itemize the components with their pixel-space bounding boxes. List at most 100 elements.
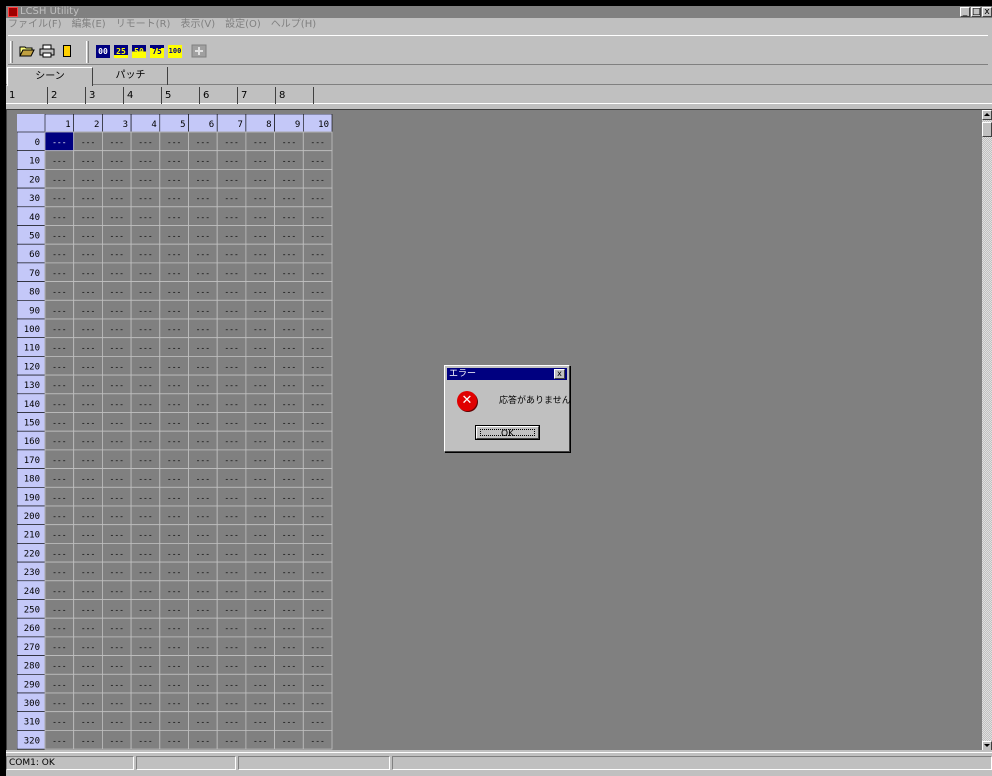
grid-cell-value: --- [310,512,324,521]
grid-cell-value: --- [110,213,124,222]
level-75-label: 75 [150,44,164,58]
exit-button[interactable] [58,42,76,60]
restore-button[interactable]: □ [971,7,981,17]
grid-cell-value: --- [196,606,210,615]
menu-view[interactable]: 表示(V) [180,18,215,31]
grid-cell-value: --- [167,325,181,334]
grid-cell-value: --- [196,662,210,671]
row-header-label: 290 [24,680,40,690]
grid-cell-value: --- [81,475,95,484]
page-tab-4[interactable]: 4 [124,87,162,104]
grid-cell-value: --- [282,549,296,558]
dialog-title-bar[interactable]: エラー x [447,368,567,380]
scroll-up-button[interactable] [982,110,992,120]
print-button[interactable] [38,42,56,60]
menu-edit[interactable]: 編集(E) [72,18,106,31]
toolbar: 00 25 50 75 100 [8,35,988,65]
tab-scene[interactable]: シーン [7,67,93,86]
menu-remote[interactable]: リモート(R) [116,18,171,31]
grid-cell-value: --- [196,531,210,540]
grid-cell-value: --- [81,680,95,689]
close-window-button[interactable]: x [982,7,992,17]
grid-cell-value: --- [224,381,238,390]
level-00-button[interactable]: 00 [94,42,112,60]
transfer-button[interactable] [190,42,208,60]
grid-cell-value: --- [253,250,267,259]
open-folder-button[interactable] [18,42,36,60]
grid-cell-value: --- [167,232,181,241]
page-tab-5[interactable]: 5 [162,87,200,104]
title-bar[interactable]: LCSH Utility _ □ x [6,6,992,18]
row-header-label: 280 [24,662,40,672]
grid-cell-value: --- [253,531,267,540]
tab-patch[interactable]: パッチ [94,67,168,85]
grid-cell-value: --- [310,699,324,708]
grid-cell-value: --- [196,549,210,558]
level-75-button[interactable]: 75 [148,42,166,60]
grid-cell-value: --- [138,662,152,671]
minimize-button[interactable]: _ [960,7,970,17]
grid-cell-value: --- [167,662,181,671]
grid-cell-value: --- [138,381,152,390]
level-25-button[interactable]: 25 [112,42,130,60]
grid-cell-value: --- [52,344,66,353]
grid-cell-value: --- [52,269,66,278]
grid-cell-value: --- [224,624,238,633]
grid-cell-value: --- [52,718,66,727]
column-header-label: 9 [295,120,300,130]
status-pane-3 [238,756,390,770]
scroll-thumb[interactable] [982,122,992,137]
page-tab-3[interactable]: 3 [86,87,124,104]
grid-cell-value: --- [310,194,324,203]
dialog-close-button[interactable]: x [554,369,565,379]
grid-cell-value: --- [224,662,238,671]
grid-cell-value: --- [138,269,152,278]
grid-cell-value: --- [224,194,238,203]
grid-cell-value: --- [110,344,124,353]
row-header-label: 220 [24,549,40,559]
grid-cell-value: --- [310,456,324,465]
row-header-label: 230 [24,568,40,578]
page-tab-6[interactable]: 6 [200,87,238,104]
grid-cell-value: --- [253,624,267,633]
grid-cell-value: --- [310,213,324,222]
grid-cell-value: --- [81,662,95,671]
grid-cell-value: --- [282,194,296,203]
toolbar-grip [10,41,13,63]
grid-cell-value: --- [81,306,95,315]
menu-settings[interactable]: 設定(O) [225,18,261,31]
grid-cell-value: --- [110,643,124,652]
grid-cell-value: --- [110,381,124,390]
page-tab-8[interactable]: 8 [276,87,314,104]
menu-help[interactable]: ヘルプ(H) [271,18,316,31]
grid-cell-value: --- [138,419,152,428]
level-100-button[interactable]: 100 [166,42,184,60]
row-header[interactable] [17,131,46,152]
grid-cell-value: --- [138,194,152,203]
grid-cell-value: --- [110,437,124,446]
grid-cell-value: --- [52,232,66,241]
grid-cell-value: --- [81,493,95,502]
menu-file[interactable]: ファイル(F) [8,18,62,31]
transfer-icon [191,44,207,58]
scene-grid[interactable]: 1 2 3 4 5 6 7 8 9 100 --- --- --- --- --- --- --- --- --- -… [17,114,333,750]
grid-cell-value: --- [253,568,267,577]
grid-cell-value: --- [196,493,210,502]
page-tab-7[interactable]: 7 [238,87,276,104]
grid-cell-value: --- [310,175,324,184]
app-window: LCSH Utility _ □ x ファイル(F) 編集(E) リモート(R)… [6,6,992,776]
grid-cell-value: --- [81,269,95,278]
grid-cell-value: --- [282,232,296,241]
page-tab-1[interactable]: 1 [6,87,48,104]
grid-cell-value: --- [52,699,66,708]
vertical-scrollbar[interactable] [982,110,992,750]
ok-button[interactable]: OK [475,425,540,440]
grid-cell-value: --- [110,194,124,203]
page-tab-2[interactable]: 2 [48,87,86,104]
grid-cell-value: --- [52,587,66,596]
grid-cell-value: --- [52,419,66,428]
grid-cell-value: --- [110,736,124,745]
grid-cell-value: --- [282,269,296,278]
level-50-button[interactable]: 50 [130,42,148,60]
scroll-down-button[interactable] [982,741,992,750]
